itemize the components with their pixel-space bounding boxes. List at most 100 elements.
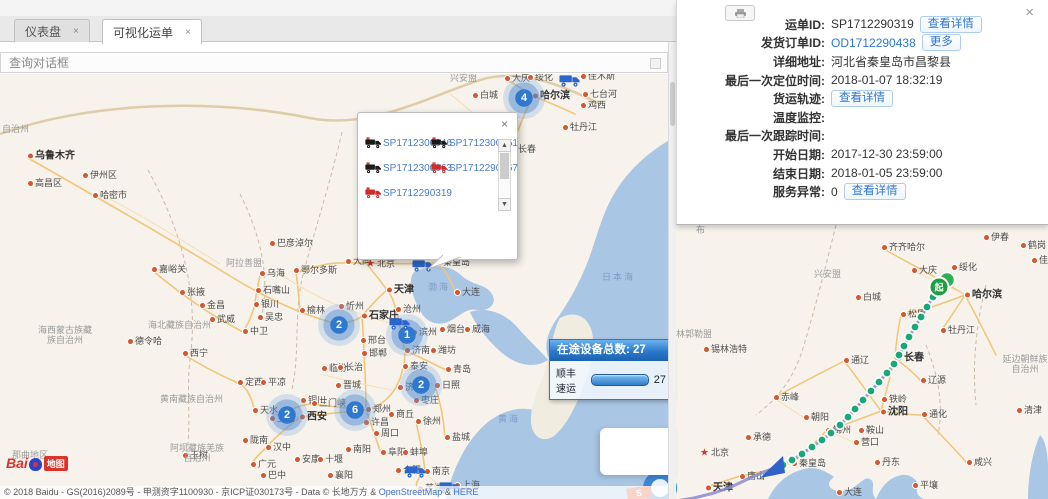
- city-label: 邢台: [361, 336, 386, 346]
- route-point[interactable]: [911, 323, 919, 331]
- route-point[interactable]: [895, 351, 903, 359]
- detail-value: 2018-01-05 23:59:00: [831, 166, 942, 180]
- scroll-thumb[interactable]: [500, 153, 509, 179]
- route-point[interactable]: [917, 313, 925, 321]
- map-base-layer: [0, 74, 676, 499]
- city-label: 平凉: [261, 378, 286, 388]
- route-point[interactable]: [827, 429, 835, 437]
- close-tab-icon[interactable]: ×: [185, 27, 191, 38]
- route-point[interactable]: [900, 342, 908, 350]
- route-point[interactable]: [867, 387, 875, 395]
- top-strip: [0, 0, 676, 16]
- truck-marker[interactable]: [405, 463, 427, 479]
- detail-value: 0: [831, 185, 838, 199]
- detail-action-button[interactable]: 查看详情: [831, 90, 893, 107]
- scroll-up-icon[interactable]: ▲: [498, 139, 511, 152]
- city-label: 七台河: [583, 90, 617, 100]
- route-point[interactable]: [818, 436, 826, 444]
- detail-row: 温度监控:: [685, 108, 1040, 127]
- city-label: 长治: [338, 363, 363, 373]
- detail-action-button[interactable]: 查看详情: [920, 16, 982, 33]
- popup-truck-item[interactable]: SP1712300051: [431, 137, 497, 149]
- popup-scrollbar[interactable]: ▲ ▼: [498, 139, 511, 211]
- close-tab-icon[interactable]: ×: [73, 26, 79, 37]
- detail-row: 服务异常: 0 查看详情: [685, 182, 1040, 201]
- cluster-marker[interactable]: 6: [334, 389, 376, 431]
- city-label: 石嘴山: [256, 286, 290, 296]
- city-label: 乌鲁木齐: [28, 151, 75, 162]
- collapse-query-icon[interactable]: [650, 58, 661, 69]
- detail-row: 结束日期: 2018-01-05 23:59:00: [685, 164, 1040, 183]
- popup-truck-item[interactable]: SP1712300046: [365, 137, 431, 149]
- route-map[interactable]: 布齐齐哈尔伊春鹤岗佳木斯大庆绥化哈尔滨兴安盟白城松原牡丹江林郭勒盟锡林浩特通辽长…: [676, 225, 1048, 499]
- region-label: 自治州: [2, 125, 29, 135]
- popup-truck-item[interactable]: SP1712290267: [431, 162, 497, 174]
- city-label: 大连: [455, 288, 480, 298]
- route-point[interactable]: [844, 413, 852, 421]
- popup-truck-item[interactable]: SP1712290319: [365, 187, 431, 199]
- detail-value-link[interactable]: OD1712290438: [831, 36, 916, 50]
- query-dialog-label: 查询对话框: [9, 56, 69, 70]
- cluster-marker[interactable]: 2: [318, 304, 360, 346]
- route-point[interactable]: [875, 378, 883, 386]
- route-point[interactable]: [923, 303, 931, 311]
- city-label: 商丘: [389, 410, 414, 420]
- detail-label: 服务异常:: [685, 183, 825, 200]
- city-label: 十堰: [318, 455, 343, 465]
- route-point[interactable]: [905, 333, 913, 341]
- route-point[interactable]: [788, 456, 796, 464]
- scroll-track[interactable]: [498, 152, 511, 198]
- scroll-down-icon[interactable]: ▼: [498, 198, 511, 211]
- city-label: 鸡西: [581, 101, 606, 111]
- detail-row: 开始日期:2017-12-30 23:59:00: [685, 145, 1040, 164]
- baidu-wordmark: Bai: [6, 455, 28, 471]
- city-label: 白城: [473, 91, 498, 101]
- route-point[interactable]: [883, 369, 891, 377]
- route-point[interactable]: [859, 396, 867, 404]
- detail-label: 最后一次跟踪时间:: [685, 127, 825, 144]
- detail-value: 2017-12-30 23:59:00: [831, 147, 942, 161]
- route-position-arrow-icon[interactable]: [760, 456, 785, 478]
- city-label: 乌海: [260, 269, 285, 279]
- route-polyline: [676, 287, 939, 499]
- waybill-id-link[interactable]: SP1712290319: [383, 188, 452, 199]
- query-dialog-bar[interactable]: 查询对话框: [0, 52, 668, 73]
- osm-link[interactable]: OpenStreetMap: [379, 487, 443, 497]
- detail-value: 河北省秦皇岛市昌黎县: [831, 53, 951, 70]
- city-label: 哈密市: [93, 191, 127, 201]
- city-label: 蚌埠: [403, 448, 428, 458]
- detail-action-button[interactable]: 查看详情: [844, 183, 906, 200]
- tab-dashboard[interactable]: 仪表盘 ×: [14, 19, 90, 42]
- detail-label: 货运轨迹:: [685, 90, 825, 107]
- tab-visual-waybill[interactable]: 可视化运单 ×: [102, 19, 202, 44]
- truck-marker[interactable]: [389, 315, 411, 331]
- route-point[interactable]: [890, 360, 898, 368]
- city-label: 广元: [251, 460, 276, 470]
- route-point[interactable]: [798, 450, 806, 458]
- carrier-label: 顺丰速运: [556, 365, 586, 395]
- here-link[interactable]: HERE: [453, 487, 478, 497]
- popup-truck-item[interactable]: SP1712300063: [365, 162, 431, 174]
- city-label: 吴忠: [258, 313, 283, 323]
- region-label: 阿拉善盟: [226, 259, 262, 269]
- route-point[interactable]: [836, 421, 844, 429]
- cluster-marker[interactable]: 2: [400, 364, 442, 406]
- cutoff-info-window: [600, 428, 676, 475]
- truck-marker[interactable]: [559, 74, 581, 88]
- city-label: 西宁: [183, 349, 208, 359]
- city-label: 徐州: [416, 417, 441, 427]
- detail-action-button[interactable]: 更多: [922, 34, 961, 51]
- detail-row: 运单ID:SP1712290319查看详情: [685, 15, 1040, 34]
- popup-close-icon[interactable]: ×: [501, 117, 508, 131]
- city-label: 南阳: [346, 445, 371, 455]
- detail-label: 结束日期:: [685, 165, 825, 182]
- cluster-marker[interactable]: 2: [266, 394, 308, 436]
- left-map[interactable]: 乌鲁木齐伊州区高昌区哈密市自治州嘉峪关张掖金昌武威阿拉善盟巴彦淖尔乌海石嘴山银川…: [0, 74, 676, 499]
- route-point[interactable]: [808, 443, 816, 451]
- region-label: 黄南藏族自治州: [160, 395, 223, 405]
- region-label: 海北藏族自治州: [148, 321, 211, 331]
- city-label: 银川: [254, 300, 279, 310]
- route-point[interactable]: [851, 405, 859, 413]
- scrollbar-thumb[interactable]: [670, 82, 675, 126]
- vertical-scrollbar[interactable]: [668, 42, 676, 499]
